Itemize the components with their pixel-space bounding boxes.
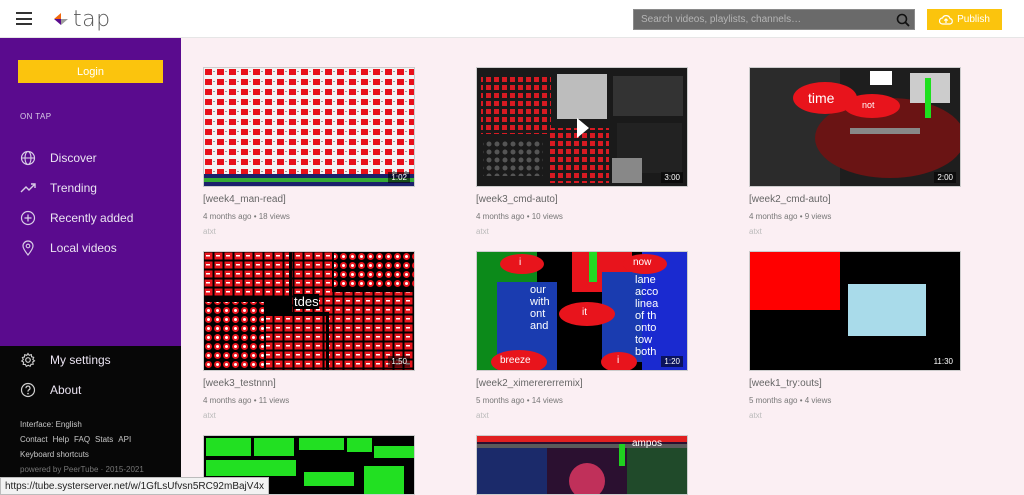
sidebar: Login ON TAP Discover Trending Recently … xyxy=(0,38,181,495)
gear-icon xyxy=(20,352,36,368)
keyboard-shortcuts-link[interactable]: Keyboard shortcuts xyxy=(20,450,89,459)
top-header: tap Publish xyxy=(0,0,1024,38)
thumbnail-art xyxy=(750,68,960,186)
video-thumbnail[interactable]: time not 2:00 xyxy=(749,67,961,187)
video-card: time not 2:00 [week2_cmd-auto] 4 months … xyxy=(749,67,961,237)
video-card: i now it breeze i our with ont and lane … xyxy=(476,251,688,421)
footer-link-api[interactable]: API xyxy=(118,435,131,444)
powered-by-text: powered by PeerTube · 2015-2021 xyxy=(20,465,144,474)
video-duration: 11:30 xyxy=(930,356,956,367)
sidebar-item-label: My settings xyxy=(50,353,111,367)
thumbnail-text: i xyxy=(617,355,620,366)
publish-button[interactable]: Publish xyxy=(927,9,1002,30)
video-thumbnail[interactable]: tdes 1:50 xyxy=(203,251,415,371)
search-bar xyxy=(633,9,915,30)
video-channel[interactable]: atxt xyxy=(749,410,961,421)
video-duration: 3:00 xyxy=(661,172,683,183)
video-thumbnail[interactable]: 11:30 xyxy=(749,251,961,371)
video-title[interactable]: [week1_try:outs] xyxy=(749,377,961,390)
video-card: 3:00 [week3_cmd-auto] 4 months ago • 10 … xyxy=(476,67,688,237)
thumbnail-text: now xyxy=(633,257,652,268)
thumbnail-text: it xyxy=(582,307,587,318)
sidebar-item-label: Local videos xyxy=(50,241,117,255)
thumbnail-text: i xyxy=(519,257,522,268)
video-meta: 4 months ago • 10 views xyxy=(476,212,563,221)
status-bar-url: https://tube.systerserver.net/w/1GfLsUfv… xyxy=(0,477,269,495)
thumbnail-text: time xyxy=(808,90,835,106)
sidebar-item-label: Discover xyxy=(50,151,97,165)
video-thumbnail[interactable]: i now it breeze i our with ont and lane … xyxy=(476,251,688,371)
video-meta: 4 months ago • 18 views xyxy=(203,212,290,221)
video-title[interactable]: [week3_testnnn] xyxy=(203,377,415,390)
video-thumbnail[interactable]: 1:02 xyxy=(203,67,415,187)
sidebar-item-label: Trending xyxy=(50,181,97,195)
search-icon[interactable] xyxy=(892,10,914,29)
sidebar-item-local-videos[interactable]: Local videos xyxy=(20,238,117,258)
video-channel[interactable]: atxt xyxy=(203,226,415,237)
upload-cloud-icon xyxy=(939,15,953,25)
video-meta: 4 months ago • 11 views xyxy=(203,396,290,405)
interface-language-link[interactable]: Interface: English xyxy=(20,420,82,429)
on-tap-heading: ON TAP xyxy=(20,112,52,121)
video-meta: 5 months ago • 4 views xyxy=(749,396,832,405)
video-channel[interactable]: atxt xyxy=(476,410,688,421)
footer-links: Contact Help FAQ Stats API xyxy=(20,435,131,444)
video-card: tdes 1:50 [week3_testnnn] 4 months ago •… xyxy=(203,251,415,421)
thumbnail-text: lane acco linea of th onto tow both xyxy=(635,274,659,358)
video-duration: 1:02 xyxy=(388,172,410,183)
sidebar-item-label: About xyxy=(50,383,82,397)
thumbnail-text: breeze xyxy=(500,355,531,366)
login-button[interactable]: Login xyxy=(18,60,163,83)
thumbnail-text: our with ont and xyxy=(530,284,550,332)
thumbnail-art xyxy=(204,252,414,370)
video-title[interactable]: [week3_cmd-auto] xyxy=(476,193,688,206)
video-channel[interactable]: atxt xyxy=(749,226,961,237)
footer-link-help[interactable]: Help xyxy=(53,435,69,444)
video-card: 1:02 [week4_man-read] 4 months ago • 18 … xyxy=(203,67,415,237)
globe-icon xyxy=(20,150,36,166)
publish-label: Publish xyxy=(957,14,990,25)
video-meta: 4 months ago • 9 views xyxy=(749,212,832,221)
footer-link-stats[interactable]: Stats xyxy=(95,435,113,444)
sidebar-item-about[interactable]: About xyxy=(20,380,81,400)
trending-icon xyxy=(20,183,36,193)
video-title[interactable]: [week2_ximerererremix] xyxy=(476,377,688,390)
video-duration: 1:20 xyxy=(661,356,683,367)
video-duration: 1:50 xyxy=(388,356,410,367)
thumbnail-text: tdes xyxy=(294,294,319,309)
plus-circle-icon xyxy=(20,210,36,226)
video-thumbnail[interactable]: ampos xyxy=(476,435,688,495)
video-meta: 5 months ago • 14 views xyxy=(476,396,563,405)
thumbnail-text: not xyxy=(862,100,875,110)
thumbnail-art xyxy=(750,252,960,370)
video-channel[interactable]: atxt xyxy=(203,410,415,421)
help-circle-icon xyxy=(20,382,36,398)
logo[interactable]: tap xyxy=(52,7,111,32)
footer-link-contact[interactable]: Contact xyxy=(20,435,48,444)
video-title[interactable]: [week4_man-read] xyxy=(203,193,415,206)
sidebar-footer: My settings About Interface: English Con… xyxy=(0,346,181,495)
video-duration: 2:00 xyxy=(934,172,956,183)
logo-icon xyxy=(52,11,70,29)
sidebar-item-trending[interactable]: Trending xyxy=(20,178,97,198)
video-channel[interactable]: atxt xyxy=(476,226,688,237)
sidebar-item-discover[interactable]: Discover xyxy=(20,148,97,168)
sidebar-item-my-settings[interactable]: My settings xyxy=(20,350,111,370)
thumbnail-art xyxy=(204,68,414,186)
search-input[interactable] xyxy=(634,10,892,29)
video-title[interactable]: [week2_cmd-auto] xyxy=(749,193,961,206)
sidebar-item-recently-added[interactable]: Recently added xyxy=(20,208,133,228)
thumbnail-text: ampos xyxy=(632,438,663,449)
location-pin-icon xyxy=(22,240,34,256)
video-card: 11:30 [week1_try:outs] 5 months ago • 4 … xyxy=(749,251,961,421)
video-thumbnail[interactable]: 3:00 xyxy=(476,67,688,187)
thumbnail-art xyxy=(477,68,687,186)
video-card: ampos xyxy=(476,435,688,495)
menu-icon[interactable] xyxy=(16,12,32,25)
sidebar-item-label: Recently added xyxy=(50,211,134,225)
logo-text: tap xyxy=(73,7,111,32)
footer-link-faq[interactable]: FAQ xyxy=(74,435,90,444)
